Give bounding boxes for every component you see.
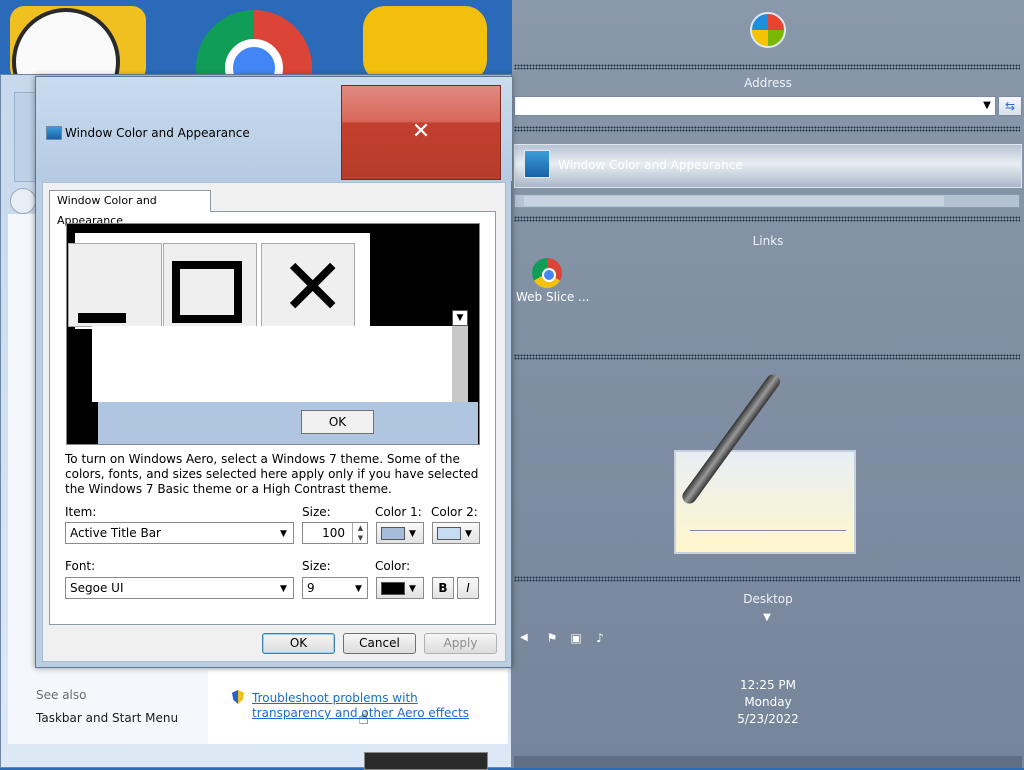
see-also-label: See also [36,688,87,702]
apply-button[interactable]: Apply [424,633,497,654]
tray-left-arrow-icon[interactable]: ◀ [520,632,528,643]
item-select-value: Active Title Bar [70,526,161,540]
font-label: Font: [65,559,96,573]
scrollbar-thumb[interactable] [524,196,944,206]
pen-pad-line [690,530,846,531]
font-size-label: Size: [302,559,331,573]
volume-icon[interactable]: ♪ [592,630,608,646]
font-color-label: Color: [375,559,411,573]
preview-ok-button: OK [301,410,374,434]
sidebar-divider [514,64,1020,70]
preview-scrollbar [452,326,468,402]
back-button[interactable] [10,188,36,214]
address-label: Address [744,76,792,90]
network-icon[interactable]: ▣ [568,630,584,646]
color2-label: Color 2: [431,505,478,519]
window-color-icon [524,150,550,178]
italic-button[interactable]: I [457,577,479,599]
pen-input-gadget[interactable] [674,450,856,554]
slideshow-gadget-icon[interactable] [363,6,487,82]
desktop-label: Desktop [743,592,793,606]
clock-day: Monday [744,695,792,709]
clock-time: 12:25 PM [740,678,796,692]
window-color-icon [46,126,62,140]
sidebar-bottom-bar [514,756,1022,768]
cancel-button[interactable]: Cancel [343,633,416,654]
color2-swatch [437,527,461,540]
close-icon: ✕ [280,243,346,333]
bold-button[interactable]: B [432,577,454,599]
sidebar-divider [514,354,1020,360]
close-button[interactable]: ✕ [341,85,501,180]
action-center-flag-icon[interactable]: ⚑ [544,630,560,646]
sidebar-divider [514,216,1020,222]
color1-swatch [381,527,405,540]
chevron-down-icon: ▼ [355,584,362,594]
color1-label: Color 1: [375,505,422,519]
preview-border [68,338,88,442]
font-color-swatch [381,582,405,595]
chevron-down-icon: ▼ [409,584,416,594]
windows-orb-icon[interactable] [750,12,786,48]
font-select[interactable]: Segoe UI [65,577,294,599]
web-slice-icon-center [542,268,556,282]
task-tile-label: Window Color and Appearance [558,158,743,172]
dialog-title: Window Color and Appearance [65,126,250,140]
web-slice-link[interactable]: Web Slice ... [516,290,590,304]
minimize-icon [78,313,126,323]
address-input[interactable] [514,96,996,116]
refresh-arrows-icon[interactable]: ⇆ [998,96,1022,116]
ok-button[interactable]: OK [262,633,335,654]
taskbar-fragment [364,752,488,770]
sidebar-divider [514,126,1020,132]
clock-date: 5/23/2022 [737,712,799,726]
chevron-down-icon: ▼ [465,529,472,539]
address-dropdown-icon[interactable]: ▼ [980,99,994,113]
font-size-value: 9 [307,581,315,595]
links-label: Links [752,234,784,248]
chevron-down-icon: ▼ [280,584,287,594]
chevron-down-icon: ▼ [280,529,287,539]
sidebar-divider [514,576,1020,582]
item-size-label: Size: [302,505,331,519]
font-select-value: Segoe UI [70,581,124,595]
chevron-down-icon[interactable]: ▼ [760,612,774,623]
maximize-icon [172,261,242,323]
preview-message-box [92,326,452,402]
hand-cursor-icon: ☝ [358,708,369,729]
chevron-down-icon: ▼ [452,310,468,326]
item-select[interactable]: Active Title Bar [65,522,294,544]
tab-window-color[interactable]: Window Color and Appearance [49,190,211,227]
aero-description: To turn on Windows Aero, select a Window… [65,452,479,496]
item-label: Item: [65,505,97,519]
preview-button-bar [98,402,478,444]
taskbar-start-menu-link[interactable]: Taskbar and Start Menu [36,711,178,725]
spinner-arrows-icon[interactable]: ▲ ▼ [352,523,368,543]
chevron-down-icon: ▼ [409,529,416,539]
